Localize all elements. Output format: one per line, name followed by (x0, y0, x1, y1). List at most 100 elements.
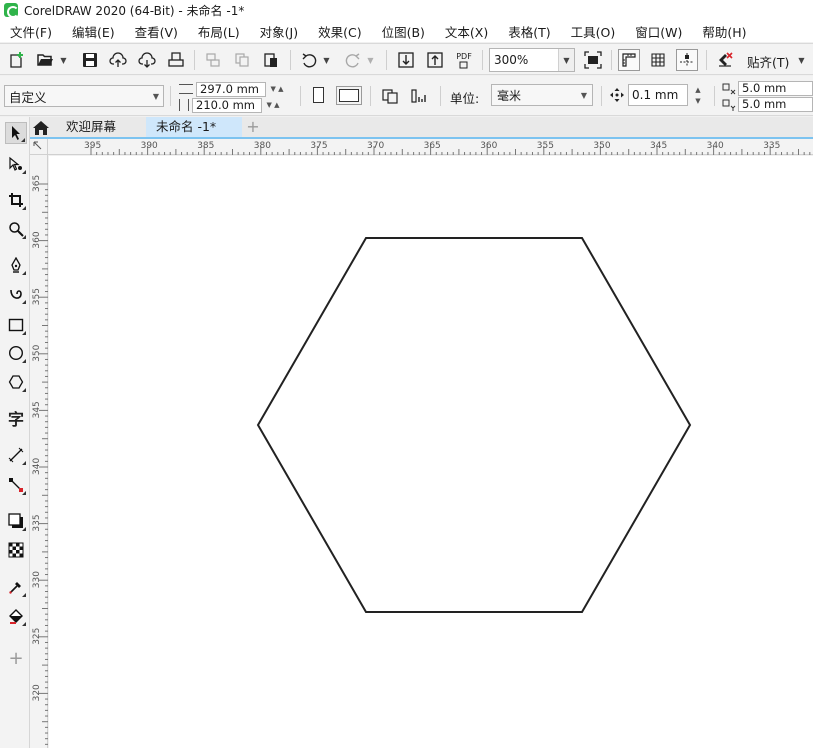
artistic-media-tool[interactable] (5, 283, 27, 305)
menu-window[interactable]: 窗口(W) (625, 22, 692, 41)
drawing-canvas[interactable] (49, 156, 813, 748)
menu-tools[interactable]: 工具(O) (561, 22, 626, 41)
ruler-tick-label: 360 (480, 141, 497, 151)
new-document-button[interactable] (6, 49, 28, 71)
show-guidelines-button[interactable] (676, 49, 698, 71)
full-screen-preview-button[interactable] (582, 49, 604, 71)
nudge-distance-icon-wrap (606, 84, 628, 106)
page-height-input[interactable]: 210.0 mm (192, 97, 262, 113)
redo-dropdown-chevron-icon[interactable]: ▼ (366, 54, 375, 66)
menu-view[interactable]: 查看(V) (125, 22, 188, 41)
current-page-icon (411, 89, 426, 103)
duplicate-x-icon (722, 83, 736, 94)
copy-button[interactable] (231, 49, 253, 71)
snap-to-label[interactable]: 贴齐(T) (747, 52, 789, 71)
dimension-tool[interactable] (5, 444, 27, 466)
show-grid-button[interactable] (647, 49, 669, 71)
paste-icon (264, 53, 277, 67)
ellipse-tool[interactable] (5, 342, 27, 364)
new-document-icon (10, 52, 23, 68)
landscape-orientation-button[interactable] (336, 86, 362, 105)
ruler-tick-label: 320 (32, 684, 42, 701)
menu-bitmaps[interactable]: 位图(B) (372, 22, 435, 41)
tab-welcome-screen[interactable]: 欢迎屏幕 (56, 117, 152, 137)
menu-effects[interactable]: 效果(C) (308, 22, 371, 41)
menu-text[interactable]: 文本(X) (435, 22, 498, 41)
property-bar: 自定义 ▼ 297.0 mm ▼ ▲ 210.0 mm ▼ ▲ 单位: 毫米 ▼… (0, 76, 813, 116)
publish-pdf-button[interactable]: PDF (453, 49, 475, 71)
page-size-preset-select[interactable]: 自定义 ▼ (4, 85, 164, 107)
ruler-tick-label: 355 (537, 141, 554, 151)
home-icon[interactable] (32, 120, 50, 136)
add-tool-plus-icon[interactable]: + (5, 647, 27, 669)
hexagon-shape[interactable] (256, 237, 692, 613)
zoom-tool[interactable] (5, 218, 27, 240)
zoom-level-combo[interactable]: 300% ▼ (489, 48, 575, 72)
ruler-tick-label: 335 (763, 141, 780, 151)
all-pages-icon (382, 89, 398, 104)
shape-tool[interactable] (5, 153, 27, 175)
crop-tool[interactable] (5, 189, 27, 211)
save-button[interactable] (79, 49, 101, 71)
menu-table[interactable]: 表格(T) (498, 22, 560, 41)
duplicate-x-input[interactable]: 5.0 mm (738, 81, 813, 96)
cloud-upload-button[interactable] (107, 49, 129, 71)
page-width-spinner[interactable]: ▼ ▲ (266, 82, 288, 97)
property-separator (440, 86, 441, 106)
folder-open-icon (37, 54, 53, 66)
snap-to-dropdown-chevron-icon[interactable]: ▼ (797, 54, 806, 66)
ruler-origin-corner[interactable] (30, 139, 48, 155)
horizontal-ruler[interactable]: 395 390 385 380 375 370 365 360 355 350 345 340 335 (48, 139, 813, 155)
coreldraw-window: CorelDRAW 2020 (64-Bit) - 未命名 -1* 文件(F) … (0, 0, 813, 748)
ruler-tick-label: 395 (84, 141, 101, 151)
undo-dropdown-chevron-icon[interactable]: ▼ (322, 54, 331, 66)
import-button[interactable] (395, 49, 417, 71)
menu-object[interactable]: 对象(J) (250, 22, 308, 41)
drop-shadow-tool[interactable] (5, 510, 27, 532)
property-separator (300, 86, 301, 106)
current-page-button[interactable] (408, 85, 430, 107)
eyedropper-tool[interactable] (5, 576, 27, 598)
text-tool[interactable]: 字 (5, 407, 27, 429)
menu-edit[interactable]: 编辑(E) (62, 22, 125, 41)
freehand-tool[interactable] (5, 254, 27, 276)
transparency-tool[interactable] (5, 539, 27, 561)
tab-untitled-document[interactable]: 未命名 -1* (146, 117, 242, 137)
page-size-preset-value: 自定义 (9, 89, 47, 105)
property-separator (714, 86, 715, 106)
all-pages-button[interactable] (379, 85, 401, 107)
menu-layout[interactable]: 布局(L) (188, 22, 250, 41)
portrait-orientation-button[interactable] (313, 87, 324, 103)
redo-button[interactable] (342, 49, 364, 71)
export-button[interactable] (424, 49, 446, 71)
paste-button[interactable] (260, 49, 282, 71)
vertical-ruler[interactable]: 3653603553503453403353303253205 (30, 155, 48, 748)
snap-off-button[interactable] (714, 49, 736, 71)
cloud-download-button[interactable] (136, 49, 158, 71)
document-tab-bar: 欢迎屏幕 未命名 -1* + (30, 117, 813, 139)
checkerboard-icon (8, 542, 24, 558)
units-select[interactable]: 毫米 ▼ (491, 84, 593, 106)
show-rulers-button[interactable] (618, 49, 640, 71)
page-width-input[interactable]: 297.0 mm (196, 81, 266, 97)
pick-tool[interactable] (5, 122, 27, 144)
nudge-distance-spinner[interactable]: ▲ ▼ (690, 84, 706, 106)
connector-tool[interactable] (5, 474, 27, 496)
cut-button[interactable] (202, 49, 224, 71)
zoom-dropdown-chevron-icon[interactable]: ▼ (558, 49, 574, 71)
ruler-tick-label: 365 (424, 141, 441, 151)
new-tab-plus-icon[interactable]: + (244, 118, 262, 136)
undo-button[interactable] (298, 49, 320, 71)
nudge-distance-input[interactable]: 0.1 mm (628, 84, 688, 106)
rectangle-tool[interactable] (5, 314, 27, 336)
polygon-tool[interactable] (5, 371, 27, 393)
menu-file[interactable]: 文件(F) (0, 22, 62, 41)
interactive-fill-tool[interactable] (5, 605, 27, 627)
print-button[interactable] (165, 49, 187, 71)
open-dropdown-chevron-icon[interactable]: ▼ (59, 54, 68, 66)
open-button[interactable] (34, 49, 56, 71)
page-width-icon (179, 84, 193, 94)
page-height-spinner[interactable]: ▼ ▲ (262, 98, 284, 113)
menu-help[interactable]: 帮助(H) (692, 22, 756, 41)
duplicate-y-input[interactable]: 5.0 mm (738, 97, 813, 112)
